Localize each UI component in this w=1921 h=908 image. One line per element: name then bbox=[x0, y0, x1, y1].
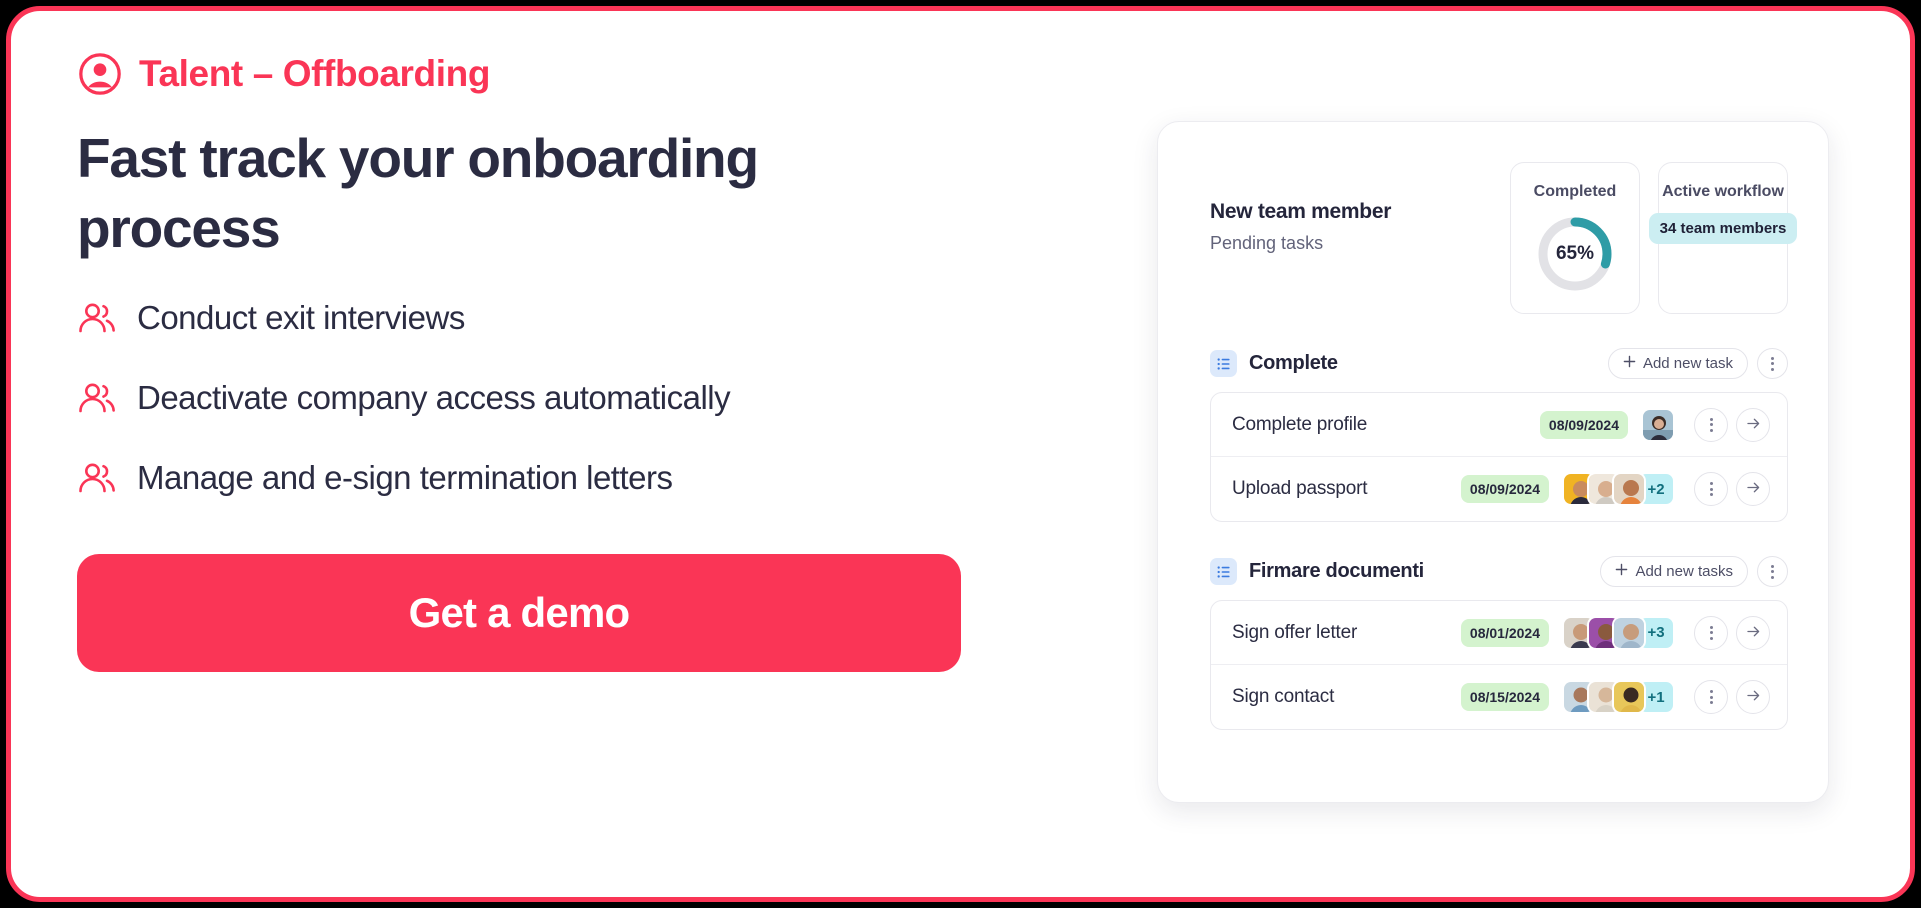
users-icon bbox=[77, 378, 117, 418]
task-label: Upload passport bbox=[1232, 478, 1368, 499]
vertical-dots-icon bbox=[1771, 356, 1774, 371]
task-label: Sign offer letter bbox=[1232, 621, 1358, 643]
left-content: Talent – Offboarding Fast track your onb… bbox=[77, 51, 977, 672]
assignee-avatars: +3 bbox=[1562, 615, 1675, 650]
task-menu-button[interactable] bbox=[1694, 472, 1728, 506]
list-item-label: Conduct exit interviews bbox=[137, 298, 465, 336]
task-list: Sign offer letter 08/01/2024 +3 Sign con… bbox=[1210, 600, 1788, 730]
task-group-title: Firmare documenti bbox=[1249, 560, 1424, 582]
task-due-date: 08/15/2024 bbox=[1460, 683, 1549, 711]
task-due-date: 08/01/2024 bbox=[1460, 618, 1549, 647]
arrow-right-icon bbox=[1745, 623, 1762, 643]
task-open-button[interactable] bbox=[1736, 615, 1770, 650]
arrow-right-icon bbox=[1745, 479, 1762, 499]
plus-icon bbox=[1615, 563, 1628, 580]
feature-list: Conduct exit interviews Deactivate compa… bbox=[77, 298, 977, 498]
task-group-title: Complete bbox=[1249, 352, 1338, 374]
assignee-avatars: +2 bbox=[1562, 472, 1675, 506]
stat-card-label: Completed bbox=[1533, 183, 1617, 200]
task-open-button[interactable] bbox=[1736, 680, 1770, 714]
list-item-label: Manage and e-sign termination letters bbox=[137, 458, 673, 496]
vertical-dots-icon bbox=[1709, 417, 1713, 432]
vertical-dots-icon bbox=[1709, 690, 1713, 704]
eyebrow: Talent – Offboarding bbox=[77, 51, 977, 97]
task-open-button[interactable] bbox=[1736, 407, 1770, 442]
task-list: Complete profile 08/09/2024 Upload passp… bbox=[1210, 392, 1788, 522]
list-item-label: Deactivate company access automatically bbox=[137, 378, 731, 416]
table-row[interactable]: Upload passport 08/09/2024 +2 bbox=[1211, 457, 1787, 521]
add-new-tasks-button[interactable]: Add new tasks bbox=[1600, 556, 1748, 587]
stat-card-completed: Completed 65% bbox=[1510, 162, 1640, 314]
add-new-task-label: Add new task bbox=[1642, 355, 1733, 372]
task-due-date: 08/09/2024 bbox=[1539, 410, 1628, 439]
list-item: Manage and e-sign termination letters bbox=[77, 458, 977, 498]
plus-icon bbox=[1623, 355, 1636, 372]
vertical-dots-icon bbox=[1709, 482, 1713, 496]
get-a-demo-button[interactable]: Get a demo bbox=[77, 553, 961, 672]
task-group-firmare-documenti: Firmare documenti Add new tasks Sign off… bbox=[1210, 556, 1788, 730]
table-row[interactable]: Complete profile 08/09/2024 bbox=[1211, 393, 1787, 457]
stat-card-label: Active workflow bbox=[1662, 183, 1784, 200]
task-group-complete: Complete Add new task Complete profile 0… bbox=[1210, 348, 1788, 522]
stat-cards: Completed 65% Active workflow 34 team me… bbox=[1510, 162, 1798, 314]
task-menu-button[interactable] bbox=[1694, 407, 1728, 442]
user-circle-icon bbox=[77, 51, 123, 97]
assignee-avatars bbox=[1641, 407, 1675, 442]
task-open-button[interactable] bbox=[1736, 472, 1770, 506]
task-due-date: 08/09/2024 bbox=[1460, 475, 1549, 503]
task-group-header: Complete Add new task bbox=[1210, 348, 1788, 379]
vertical-dots-icon bbox=[1709, 625, 1713, 640]
panel-title: New team member bbox=[1210, 200, 1392, 223]
avatar bbox=[1641, 407, 1675, 442]
users-icon bbox=[77, 298, 117, 338]
task-menu-button[interactable] bbox=[1694, 615, 1728, 650]
list-icon bbox=[1210, 350, 1237, 377]
panel-subtitle: Pending tasks bbox=[1210, 233, 1324, 253]
eyebrow-label: Talent – Offboarding bbox=[139, 53, 491, 94]
task-group-menu-button[interactable] bbox=[1757, 556, 1788, 587]
task-label: Complete profile bbox=[1232, 413, 1368, 435]
users-icon bbox=[77, 458, 117, 498]
team-members-badge: 34 team members bbox=[1648, 213, 1798, 244]
task-group-menu-button[interactable] bbox=[1757, 348, 1788, 379]
dashboard-preview-panel: New team member Pending tasks Completed … bbox=[1157, 121, 1829, 803]
list-item: Deactivate company access automatically bbox=[77, 378, 977, 418]
stat-card-active-workflow: Active workflow 34 team members bbox=[1648, 162, 1798, 314]
list-icon bbox=[1210, 558, 1237, 585]
task-group-header: Firmare documenti Add new tasks bbox=[1210, 556, 1788, 587]
list-item: Conduct exit interviews bbox=[77, 298, 977, 338]
completion-donut-chart: 65% bbox=[1534, 213, 1616, 295]
add-new-tasks-label: Add new tasks bbox=[1635, 563, 1733, 580]
promo-card: Talent – Offboarding Fast track your onb… bbox=[6, 6, 1915, 902]
table-row[interactable]: Sign contact 08/15/2024 +1 bbox=[1211, 665, 1787, 729]
avatar bbox=[1612, 680, 1646, 714]
task-menu-button[interactable] bbox=[1694, 680, 1728, 714]
add-new-task-button[interactable]: Add new task bbox=[1607, 348, 1748, 379]
arrow-right-icon bbox=[1745, 687, 1762, 707]
assignee-avatars: +1 bbox=[1562, 680, 1675, 714]
task-label: Sign contact bbox=[1232, 686, 1335, 707]
arrow-right-icon bbox=[1745, 415, 1762, 435]
vertical-dots-icon bbox=[1771, 564, 1774, 579]
avatar bbox=[1612, 615, 1646, 650]
page-title: Fast track your onboarding process bbox=[77, 127, 759, 260]
panel-header: New team member Pending tasks Completed … bbox=[1210, 162, 1798, 314]
avatar bbox=[1612, 472, 1646, 506]
completion-percentage: 65% bbox=[1555, 243, 1595, 264]
table-row[interactable]: Sign offer letter 08/01/2024 +3 bbox=[1211, 601, 1787, 665]
